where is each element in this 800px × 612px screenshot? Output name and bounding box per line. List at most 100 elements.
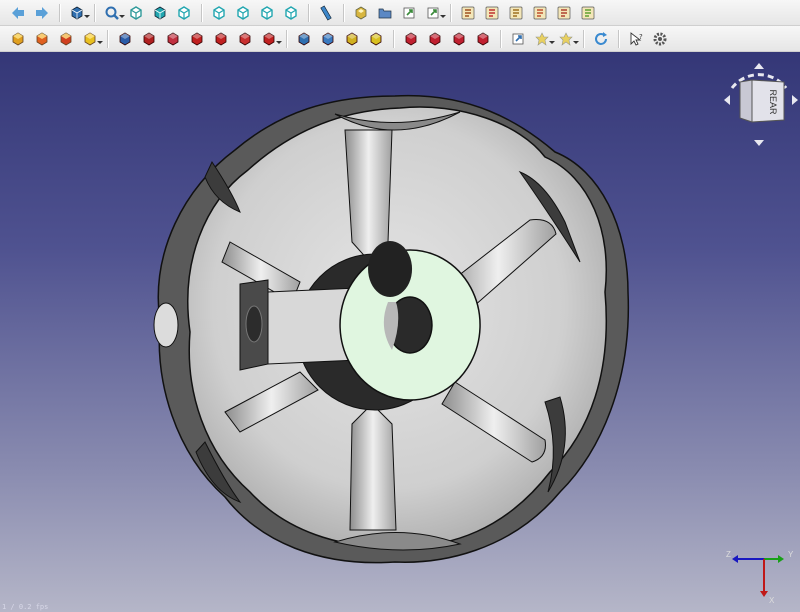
view-bottom-button[interactable]	[257, 3, 277, 23]
boolean-icon	[298, 32, 310, 45]
whats-this-button[interactable]: ?	[626, 29, 646, 49]
navcube-left-arrow-icon[interactable]	[724, 95, 730, 105]
group-button[interactable]	[375, 3, 395, 23]
macro-step-icon	[581, 6, 595, 19]
chamfer-button[interactable]	[211, 29, 231, 49]
join-features-icon	[559, 31, 573, 46]
navcube-face-label: REAR	[768, 89, 778, 115]
view-right-icon	[213, 5, 225, 20]
section-button[interactable]	[401, 29, 421, 49]
refresh-icon	[595, 31, 607, 45]
view-front-button[interactable]	[150, 3, 170, 23]
view-left-icon	[285, 5, 297, 20]
macro-run-icon	[533, 6, 547, 19]
macro-stop-button[interactable]	[482, 3, 502, 23]
y-axis-arrow-icon	[778, 555, 784, 563]
view-right-button[interactable]	[209, 3, 229, 23]
navcube-side-face[interactable]	[739, 79, 753, 123]
macro-step-button[interactable]	[578, 3, 598, 23]
link-actions-icon	[427, 7, 439, 18]
view-left-button[interactable]	[281, 3, 301, 23]
boolean-button[interactable]	[294, 29, 314, 49]
back-arrow-button[interactable]	[8, 3, 28, 23]
primitives-button[interactable]	[80, 29, 103, 49]
fillet-button[interactable]	[187, 29, 207, 49]
part-button[interactable]	[351, 3, 371, 23]
box-icon	[12, 32, 24, 45]
macro-run-button[interactable]	[530, 3, 550, 23]
revolve-icon	[143, 32, 155, 45]
navcube-face[interactable]	[751, 79, 785, 123]
toolbar-separator	[393, 29, 394, 48]
fuse-icon	[346, 32, 358, 45]
navigation-cube[interactable]: REAR	[718, 60, 800, 150]
measure-button[interactable]	[316, 3, 336, 23]
navcube-right-arrow-icon[interactable]	[792, 95, 798, 105]
fuse-button[interactable]	[342, 29, 362, 49]
group-icon	[378, 8, 392, 18]
link-actions-button[interactable]	[423, 3, 446, 23]
projection-button[interactable]	[473, 29, 493, 49]
join-features-button[interactable]	[556, 29, 579, 49]
forward-arrow-button[interactable]	[32, 3, 52, 23]
link-button[interactable]	[399, 3, 419, 23]
macro-edit-button[interactable]	[506, 3, 526, 23]
view-isometric-button[interactable]	[126, 3, 146, 23]
macro-debug-icon	[557, 6, 571, 19]
zoom-fit-button[interactable]	[102, 3, 125, 23]
macro-debug-button[interactable]	[554, 3, 574, 23]
toolbar-separator	[308, 3, 309, 22]
navcube-down-arrow-icon[interactable]	[754, 140, 764, 146]
view-rear-button[interactable]	[233, 3, 253, 23]
cross-section-button[interactable]	[425, 29, 445, 49]
toolbar-separator	[583, 29, 584, 48]
cylinder-button[interactable]	[32, 29, 52, 49]
x-axis-arrow-icon	[760, 591, 768, 597]
back-arrow-icon	[12, 6, 24, 19]
attachment-icon	[512, 33, 524, 44]
center-bore	[368, 241, 413, 297]
part-toolbar: ?	[0, 26, 800, 52]
view-bottom-icon	[261, 5, 273, 20]
z-axis-arrow-icon	[732, 555, 738, 563]
view-rear-icon	[237, 5, 249, 20]
forward-arrow-icon	[36, 6, 48, 19]
std-views-button[interactable]	[67, 3, 90, 23]
cut-icon	[322, 32, 334, 45]
knob-3d-model[interactable]	[0, 52, 800, 612]
box-button[interactable]	[8, 29, 28, 49]
thickness-button[interactable]	[449, 29, 469, 49]
sphere-button[interactable]	[56, 29, 76, 49]
navcube-up-arrow-icon[interactable]	[754, 63, 764, 69]
refresh-button[interactable]	[591, 29, 611, 49]
toolbar-separator	[286, 29, 287, 48]
side-hole	[153, 302, 179, 348]
settings-gear-button[interactable]	[650, 29, 670, 49]
view-top-icon	[178, 5, 190, 20]
settings-gear-icon	[653, 32, 667, 45]
whats-this-icon: ?	[630, 31, 643, 46]
face-button[interactable]	[235, 29, 255, 49]
view-front-icon	[154, 6, 166, 19]
macro-edit-icon	[509, 6, 523, 19]
view-top-button[interactable]	[174, 3, 194, 23]
z-axis-label: Z	[726, 550, 731, 559]
cut-button[interactable]	[318, 29, 338, 49]
spoke-bottom	[349, 403, 397, 531]
common-button[interactable]	[366, 29, 386, 49]
3d-viewport[interactable]: REAR Z Y X 1 / 0.2 fps	[0, 52, 800, 612]
revolve-button[interactable]	[139, 29, 159, 49]
sphere-icon	[60, 32, 72, 45]
axis-cross: Z Y X	[726, 550, 794, 605]
extrude-icon	[119, 32, 131, 45]
macro-record-button[interactable]	[458, 3, 478, 23]
offset-button[interactable]	[259, 29, 282, 49]
mirror-button[interactable]	[163, 29, 183, 49]
part-icon	[355, 6, 367, 19]
fillet-icon	[191, 32, 203, 45]
offset-icon	[263, 32, 275, 45]
extrude-button[interactable]	[115, 29, 135, 49]
compound-tools-button[interactable]	[532, 29, 555, 49]
fps-status: 1 / 0.2 fps	[2, 603, 49, 611]
attachment-button[interactable]	[508, 29, 528, 49]
